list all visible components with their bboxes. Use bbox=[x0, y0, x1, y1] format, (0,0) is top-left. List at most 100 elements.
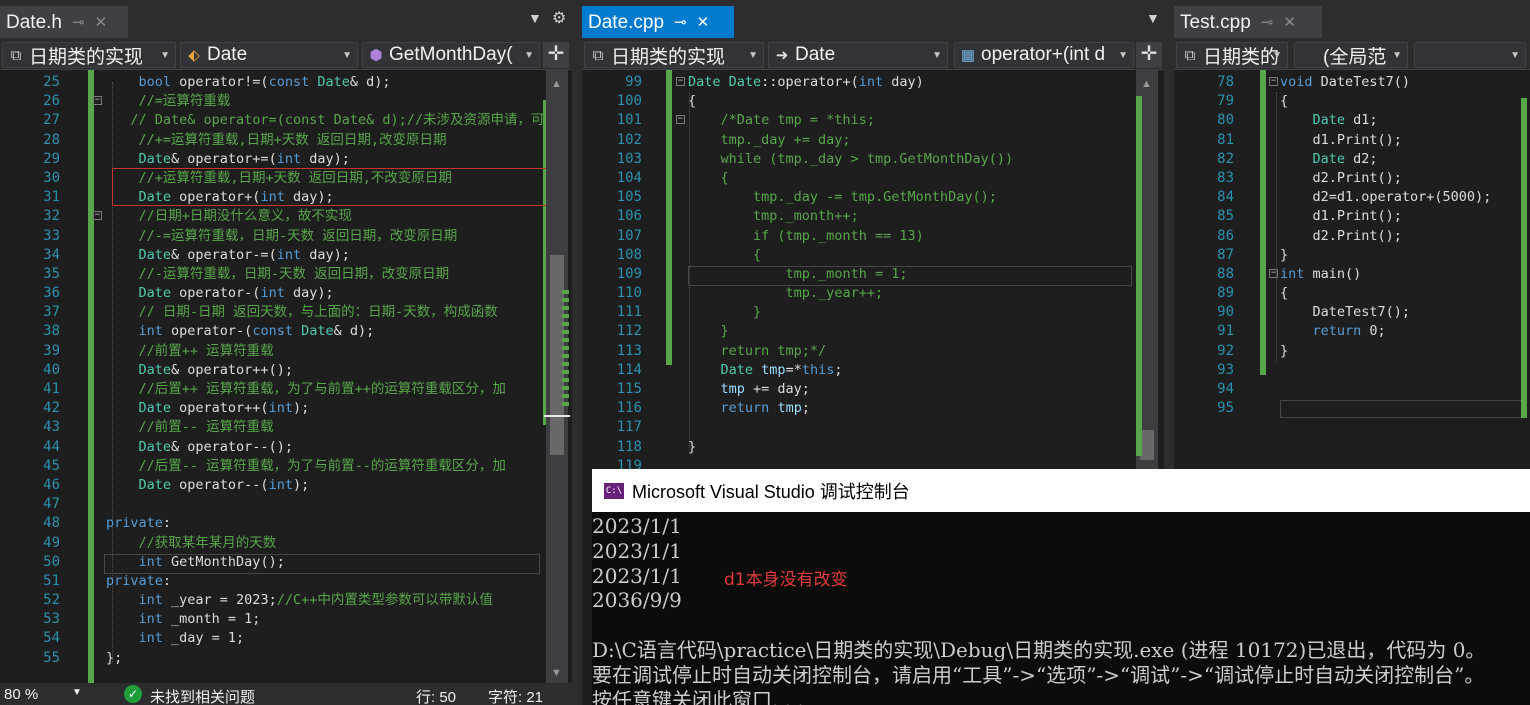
code-line[interactable]: 106 tmp._month++; bbox=[582, 207, 1164, 226]
code-line[interactable]: 55}; bbox=[0, 649, 572, 668]
code-line[interactable]: 109 tmp._month = 1; bbox=[582, 265, 1164, 284]
split-editor-icon[interactable]: ✛ bbox=[1136, 42, 1162, 68]
tab-dropdown-icon[interactable]: ▼ bbox=[1146, 10, 1160, 26]
code-line[interactable]: 114 Date tmp=*this; bbox=[582, 361, 1164, 380]
close-icon[interactable]: ✕ bbox=[697, 13, 710, 31]
code-line[interactable]: 111 } bbox=[582, 303, 1164, 322]
code-line[interactable]: 116 return tmp; bbox=[582, 399, 1164, 418]
code-line[interactable]: 110 tmp._year++; bbox=[582, 284, 1164, 303]
tab-date-cpp[interactable]: Date.cpp ⊸ ✕ bbox=[582, 6, 734, 38]
code-line[interactable]: 50 int GetMonthDay(); bbox=[0, 553, 572, 572]
code-line[interactable]: 104 { bbox=[582, 169, 1164, 188]
code-line[interactable]: 81 d1.Print(); bbox=[1174, 131, 1530, 150]
code-line[interactable]: 43 //前置-- 运算符重载 bbox=[0, 418, 572, 437]
code-line[interactable]: 89 { bbox=[1174, 284, 1530, 303]
code-line[interactable]: 46 Date operator--(int); bbox=[0, 476, 572, 495]
scroll-up-icon[interactable]: ▲ bbox=[1141, 78, 1152, 90]
code-line[interactable]: 42 Date operator++(int); bbox=[0, 399, 572, 418]
code-line[interactable]: 32 //日期+日期没什么意义，故不实现 bbox=[0, 207, 572, 226]
code-line[interactable]: 83 d2.Print(); bbox=[1174, 169, 1530, 188]
pin-icon[interactable]: ⊸ bbox=[72, 13, 85, 31]
code-line[interactable]: 79 { bbox=[1174, 92, 1530, 111]
close-icon[interactable]: ✕ bbox=[95, 13, 108, 31]
project-dropdown[interactable]: ⧉ 日期类的实现 ▼ bbox=[584, 42, 764, 68]
class-dropdown[interactable]: ➜ Date ▼ bbox=[768, 42, 948, 68]
code-line[interactable]: 80 Date d1; bbox=[1174, 111, 1530, 130]
scope-dropdown[interactable]: (全局范 ▼ bbox=[1294, 42, 1408, 68]
close-icon[interactable]: ✕ bbox=[1283, 13, 1296, 31]
code-line[interactable]: 41 //后置++ 运算符重载，为了与前置++的运算符重载区分，加 bbox=[0, 380, 572, 399]
code-line[interactable]: 31 Date operator+(int day); bbox=[0, 188, 572, 207]
member-dropdown[interactable]: ▦ operator+(int d ▼ bbox=[954, 42, 1134, 68]
code-line[interactable]: 51 private: bbox=[0, 572, 572, 591]
code-line[interactable]: 25 bool operator!=(const Date& d); bbox=[0, 73, 572, 92]
code-line[interactable]: 117 bbox=[582, 418, 1164, 437]
code-line[interactable]: 86 d2.Print(); bbox=[1174, 227, 1530, 246]
member-dropdown[interactable]: ⬢ GetMonthDay( ▼ bbox=[362, 42, 540, 68]
code-line[interactable]: 38 int operator-(const Date& d); bbox=[0, 322, 572, 341]
code-line[interactable]: 100 { bbox=[582, 92, 1164, 111]
debug-console-window[interactable]: C:\ Microsoft Visual Studio 调试控制台 2023/1… bbox=[592, 469, 1530, 705]
code-editor[interactable]: − − 25 bool operator!=(const Date& d); 26… bbox=[0, 70, 572, 705]
pin-icon[interactable]: ⊸ bbox=[674, 13, 687, 31]
code-line[interactable]: 29 Date& operator+=(int day); bbox=[0, 150, 572, 169]
class-dropdown[interactable]: ⬖ Date ▼ bbox=[180, 42, 358, 68]
code-line[interactable]: 47 bbox=[0, 495, 572, 514]
tab-dropdown-icon[interactable]: ▼ bbox=[528, 10, 542, 26]
pin-icon[interactable]: ⊸ bbox=[1261, 13, 1274, 31]
code-line[interactable]: 45 //后置-- 运算符重载，为了与前置--的运算符重载区分，加 bbox=[0, 457, 572, 476]
code-line[interactable]: 95 bbox=[1174, 399, 1530, 418]
code-line[interactable]: 34 Date& operator-=(int day); bbox=[0, 246, 572, 265]
code-line[interactable]: 33 //-=运算符重载，日期-天数 返回日期，改变原日期 bbox=[0, 227, 572, 246]
code-line[interactable]: 44 Date& operator--(); bbox=[0, 438, 572, 457]
code-line[interactable]: 90 DateTest7(); bbox=[1174, 303, 1530, 322]
code-line[interactable]: 112 } bbox=[582, 322, 1164, 341]
split-editor-icon[interactable]: ✛ bbox=[543, 42, 569, 68]
code-line[interactable]: 49 //获取某年某月的天数 bbox=[0, 534, 572, 553]
issues-status[interactable]: 未找到相关问题 bbox=[150, 686, 255, 705]
code-line[interactable]: 53 int _month = 1; bbox=[0, 610, 572, 629]
code-line[interactable]: 118} bbox=[582, 438, 1164, 457]
code-line[interactable]: 102 tmp._day += day; bbox=[582, 131, 1164, 150]
tab-test-cpp[interactable]: Test.cpp ⊸ ✕ bbox=[1174, 6, 1322, 38]
scroll-up-icon[interactable]: ▲ bbox=[551, 78, 562, 90]
code-line[interactable]: 88 int main() bbox=[1174, 265, 1530, 284]
code-line[interactable]: 28 //+=运算符重载,日期+天数 返回日期,改变原日期 bbox=[0, 131, 572, 150]
scrollbar-thumb[interactable] bbox=[1140, 430, 1154, 460]
code-line[interactable]: 84 d2=d1.operator+(5000); bbox=[1174, 188, 1530, 207]
code-line[interactable]: 107 if (tmp._month == 13) bbox=[582, 227, 1164, 246]
project-dropdown[interactable]: ⧉ 日期类的 ▼ bbox=[1176, 42, 1288, 68]
member-dropdown[interactable]: ▼ bbox=[1414, 42, 1526, 68]
code-line[interactable]: 113 return tmp;*/ bbox=[582, 342, 1164, 361]
code-line[interactable]: 94 bbox=[1174, 380, 1530, 399]
code-line[interactable]: 78 void DateTest7() bbox=[1174, 73, 1530, 92]
code-line[interactable]: 82 Date d2; bbox=[1174, 150, 1530, 169]
code-line[interactable]: 85 d1.Print(); bbox=[1174, 207, 1530, 226]
code-line[interactable]: 115 tmp += day; bbox=[582, 380, 1164, 399]
code-line[interactable]: 30 //+运算符重载,日期+天数 返回日期,不改变原日期 bbox=[0, 169, 572, 188]
code-line[interactable]: 105 tmp._day -= tmp.GetMonthDay(); bbox=[582, 188, 1164, 207]
code-line[interactable]: 108 { bbox=[582, 246, 1164, 265]
code-line[interactable]: 52 int _year = 2023;//C++中内置类型参数可以带默认值 bbox=[0, 591, 572, 610]
code-line[interactable]: 92} bbox=[1174, 342, 1530, 361]
code-line[interactable]: 54 int _day = 1; bbox=[0, 629, 572, 648]
code-line[interactable]: 35 //-运算符重载，日期-天数 返回日期，改变原日期 bbox=[0, 265, 572, 284]
code-line[interactable]: 101 /*Date tmp = *this; bbox=[582, 111, 1164, 130]
scroll-down-icon[interactable]: ▼ bbox=[551, 667, 562, 679]
code-line[interactable]: 26 //=运算符重载 bbox=[0, 92, 572, 111]
code-line[interactable]: 36 Date operator-(int day); bbox=[0, 284, 572, 303]
tab-date-h[interactable]: Date.h ⊸ ✕ bbox=[0, 6, 128, 38]
project-dropdown[interactable]: ⧉ 日期类的实现 ▼ bbox=[2, 42, 176, 68]
code-line[interactable]: 37 // 日期-日期 返回天数，与上面的：日期-天数，构成函数 bbox=[0, 303, 572, 322]
code-line[interactable]: 91 return 0; bbox=[1174, 322, 1530, 341]
zoom-dropdown-icon[interactable]: ▼ bbox=[72, 687, 82, 698]
code-line[interactable]: 39 //前置++ 运算符重载 bbox=[0, 342, 572, 361]
zoom-level[interactable]: 80 % bbox=[4, 686, 38, 703]
code-line[interactable]: 103 while (tmp._day > tmp.GetMonthDay()) bbox=[582, 150, 1164, 169]
code-line[interactable]: 40 Date& operator++(); bbox=[0, 361, 572, 380]
gear-icon[interactable]: ⚙ bbox=[552, 8, 566, 28]
code-line[interactable]: 87} bbox=[1174, 246, 1530, 265]
code-line[interactable]: 27 // Date& operator=(const Date& d);//未… bbox=[0, 111, 572, 130]
console-title-bar[interactable]: C:\ Microsoft Visual Studio 调试控制台 bbox=[592, 469, 1530, 512]
code-line[interactable]: 99 Date Date::operator+(int day) bbox=[582, 73, 1164, 92]
